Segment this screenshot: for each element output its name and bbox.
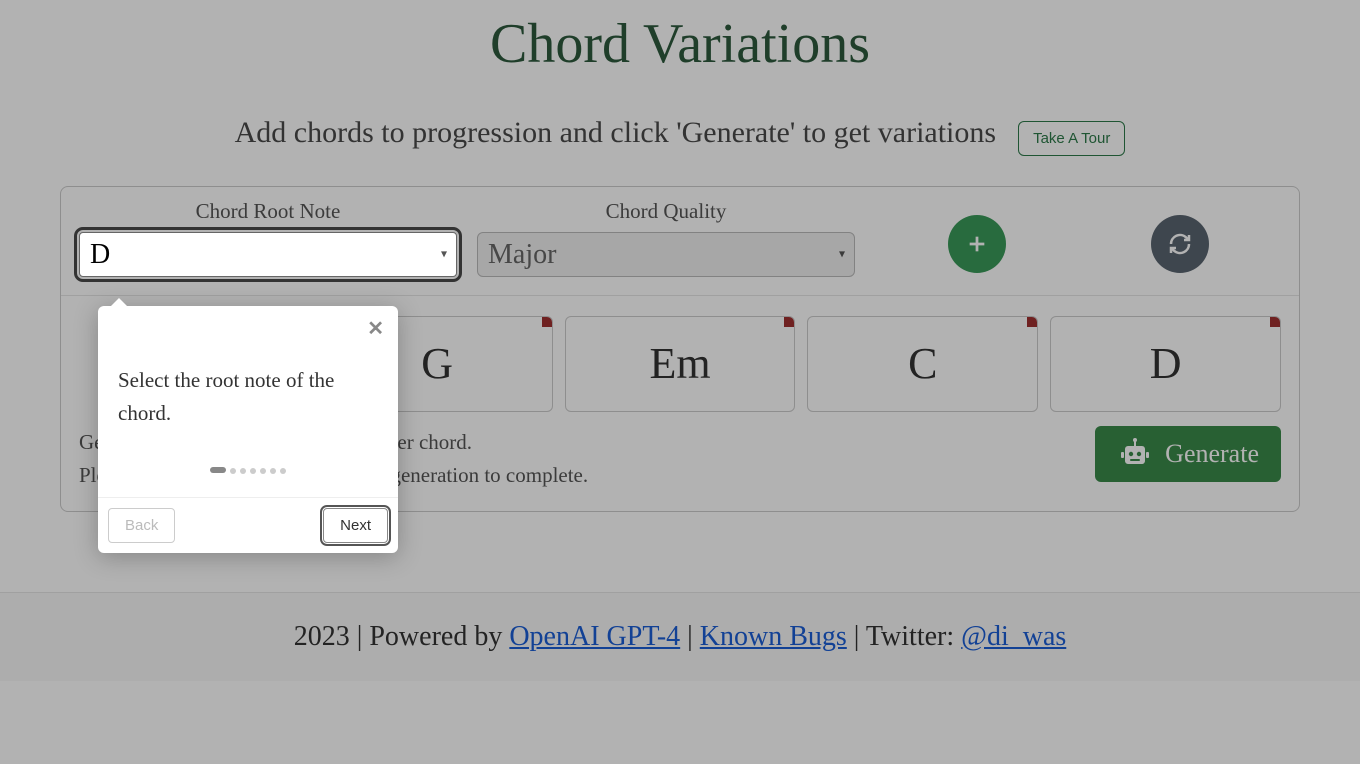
tour-back-button[interactable]: Back xyxy=(108,508,175,543)
reset-button[interactable] xyxy=(1151,215,1209,273)
plus-icon xyxy=(966,233,988,255)
remove-chord-icon[interactable] xyxy=(1270,317,1280,327)
robot-icon xyxy=(1117,438,1153,470)
chord-card[interactable]: D xyxy=(1050,316,1281,412)
page-title: Chord Variations xyxy=(60,12,1300,76)
refresh-icon xyxy=(1168,232,1192,256)
remove-chord-icon[interactable] xyxy=(542,317,552,327)
add-chord-button[interactable] xyxy=(948,215,1006,273)
root-note-select[interactable]: D xyxy=(79,232,457,277)
page-subtitle: Add chords to progression and click 'Gen… xyxy=(235,116,996,149)
generate-button[interactable]: Generate xyxy=(1095,426,1281,482)
close-icon[interactable]: ✕ xyxy=(367,316,384,341)
remove-chord-icon[interactable] xyxy=(1027,317,1037,327)
chord-label: C xyxy=(908,338,937,389)
take-tour-button[interactable]: Take A Tour xyxy=(1018,121,1125,156)
remove-chord-icon[interactable] xyxy=(784,317,794,327)
twitter-link[interactable]: @di_was xyxy=(961,621,1066,652)
quality-label: Chord Quality xyxy=(606,199,727,224)
chord-label: Em xyxy=(649,338,710,389)
chord-label: G xyxy=(421,338,453,389)
tour-text: Select the root note of the chord. xyxy=(98,306,398,453)
quality-select[interactable]: Major xyxy=(477,232,855,277)
chord-label: D xyxy=(1150,338,1182,389)
tour-popover: ✕ Select the root note of the chord. Bac… xyxy=(98,306,398,553)
known-bugs-link[interactable]: Known Bugs xyxy=(700,621,847,652)
tour-next-button[interactable]: Next xyxy=(323,508,388,543)
root-note-label: Chord Root Note xyxy=(196,199,341,224)
chord-card[interactable]: Em xyxy=(565,316,796,412)
chord-card[interactable]: C xyxy=(807,316,1038,412)
gpt-link[interactable]: OpenAI GPT-4 xyxy=(509,621,680,652)
tour-progress xyxy=(98,453,398,497)
footer: 2023 | Powered by OpenAI GPT-4 | Known B… xyxy=(0,592,1360,681)
